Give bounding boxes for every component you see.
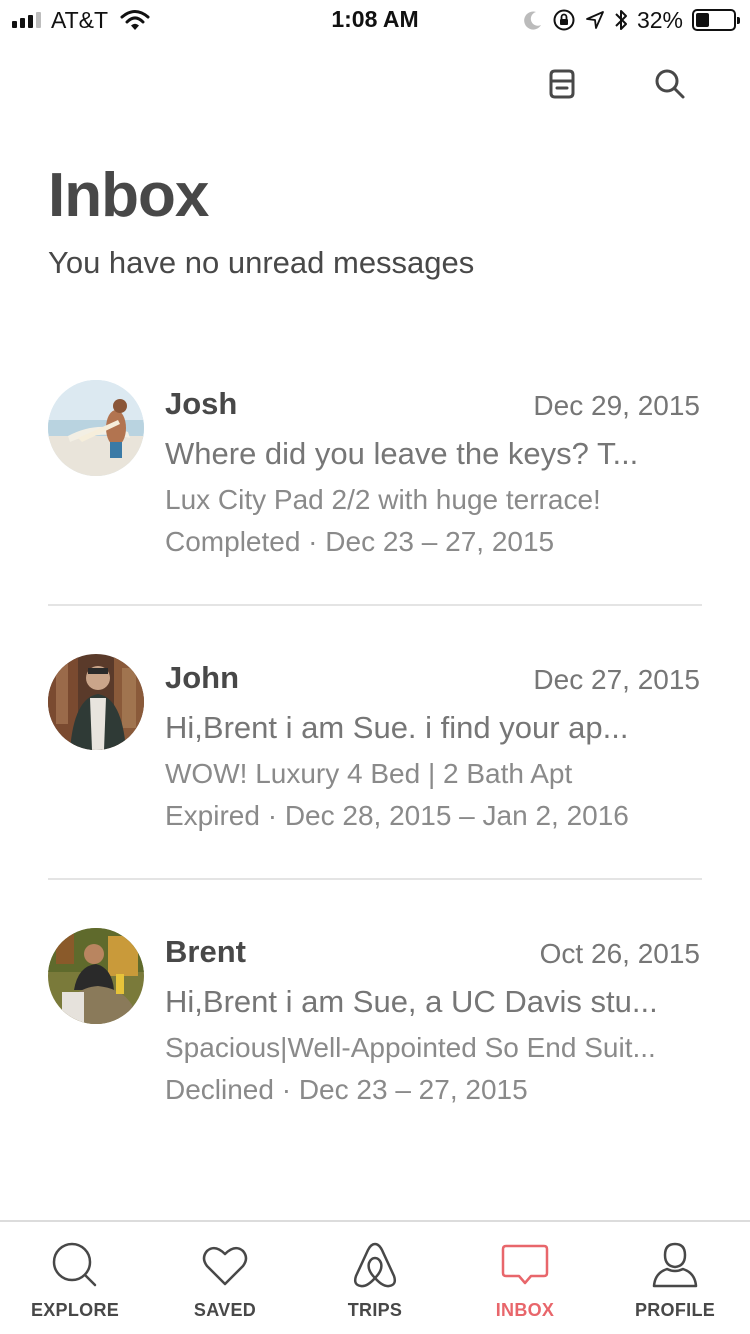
thread-snippet: Hi,Brent i am Sue, a UC Davis stu... — [165, 984, 658, 1019]
bluetooth-icon — [614, 8, 628, 32]
thread-date: Oct 26, 2015 — [539, 938, 700, 969]
message-bubble-icon — [500, 1240, 550, 1290]
search-icon — [50, 1240, 100, 1290]
rotation-lock-icon — [552, 8, 576, 32]
thread-listing: Lux City Pad 2/2 with huge terrace! — [165, 484, 601, 515]
user-icon — [650, 1240, 700, 1290]
tab-saved[interactable]: SAVED — [150, 1222, 300, 1334]
tab-profile[interactable]: PROFILE — [600, 1222, 750, 1334]
tab-trips[interactable]: TRIPS — [300, 1222, 450, 1334]
tab-inbox[interactable]: INBOX — [450, 1222, 600, 1334]
battery-percent: 32% — [636, 6, 683, 33]
location-icon — [585, 10, 605, 30]
tab-label: EXPLORE — [30, 1300, 120, 1320]
search-icon[interactable] — [648, 62, 692, 106]
thread-name: Josh — [165, 386, 238, 421]
thread-listing: WOW! Luxury 4 Bed | 2 Bath Apt — [165, 758, 573, 789]
tab-label: TRIPS — [347, 1300, 403, 1320]
divider — [48, 878, 702, 880]
message-thread[interactable]: John Dec 27, 2015 Hi,Brent i am Sue. i f… — [0, 654, 750, 928]
tab-bar: EXPLORE SAVED TRIPS INBOX PROFILE — [0, 1220, 750, 1334]
thread-status: Completed · Dec 23 – 27, 2015 — [165, 526, 555, 557]
avatar — [48, 928, 144, 1024]
tab-label: SAVED — [193, 1300, 257, 1320]
thread-snippet: Where did you leave the keys? T... — [165, 436, 639, 471]
thread-name: Brent — [165, 934, 246, 969]
avatar — [48, 380, 144, 476]
message-thread[interactable]: Brent Oct 26, 2015 Hi,Brent i am Sue, a … — [0, 928, 750, 1202]
thread-name: John — [165, 660, 240, 695]
tab-label: PROFILE — [634, 1300, 716, 1320]
battery-icon — [692, 9, 740, 31]
tab-label: INBOX — [495, 1300, 555, 1320]
avatar — [48, 654, 144, 750]
thread-status: Expired · Dec 28, 2015 – Jan 2, 2016 — [165, 800, 629, 831]
divider — [48, 604, 702, 606]
thread-listing: Spacious|Well-Appointed So End Suit... — [165, 1032, 656, 1063]
tab-explore[interactable]: EXPLORE — [0, 1222, 150, 1334]
moon-icon — [523, 10, 543, 30]
archive-icon[interactable] — [540, 62, 584, 106]
thread-date: Dec 27, 2015 — [533, 664, 700, 695]
heart-icon — [200, 1240, 250, 1290]
page-title: Inbox — [48, 161, 209, 230]
message-thread[interactable]: Josh Dec 29, 2015 Where did you leave th… — [0, 380, 750, 654]
thread-snippet: Hi,Brent i am Sue. i find your ap... — [165, 710, 629, 745]
airbnb-logo-icon — [350, 1240, 400, 1290]
thread-date: Dec 29, 2015 — [533, 390, 700, 421]
thread-status: Declined · Dec 23 – 27, 2015 — [165, 1074, 528, 1105]
page-subtitle: You have no unread messages — [48, 245, 475, 280]
status-bar: AT&T 1:08 AM 32% — [0, 0, 750, 40]
